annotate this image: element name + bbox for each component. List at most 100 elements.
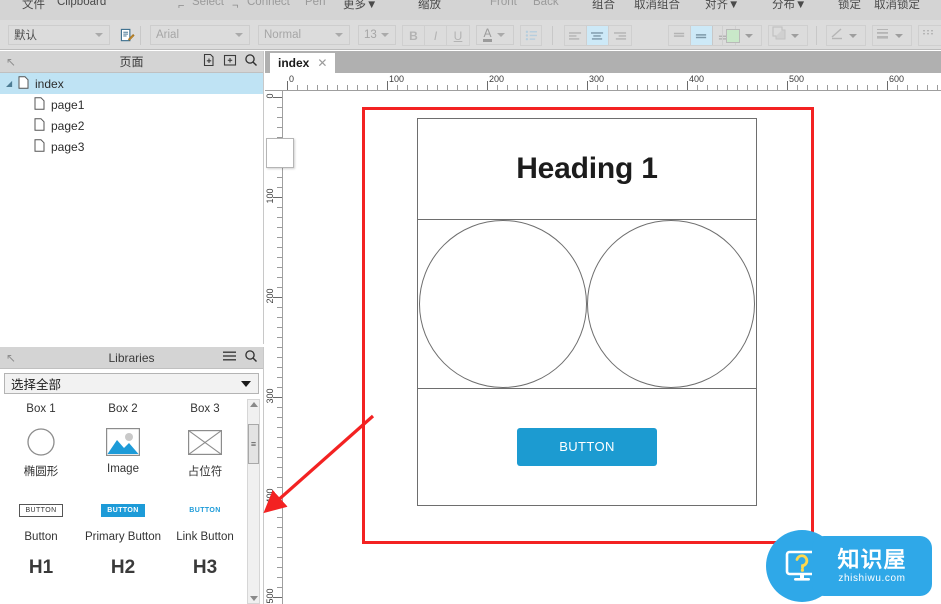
ruler-minor-tick bbox=[277, 467, 282, 468]
library-item-h3[interactable]: H3 bbox=[164, 557, 246, 579]
font-size-select[interactable]: 13 bbox=[358, 25, 396, 45]
font-weight-select[interactable]: Normal bbox=[258, 25, 350, 45]
library-item-h2[interactable]: H2 bbox=[82, 557, 164, 579]
wireframe-primary-button[interactable]: BUTTON bbox=[517, 427, 657, 466]
ribbon-item-zoom[interactable]: 缩放 bbox=[418, 0, 441, 12]
ruler-minor-tick bbox=[577, 85, 578, 90]
library-item-image[interactable]: Image bbox=[82, 421, 164, 479]
ribbon-item-clipboard[interactable]: Clipboard bbox=[57, 0, 106, 8]
wireframe-circle-right[interactable] bbox=[587, 220, 755, 388]
ruler-label: 400 bbox=[265, 488, 275, 504]
add-folder-icon[interactable] bbox=[223, 53, 237, 67]
button-icon: BUTTON bbox=[0, 489, 82, 531]
ruler-minor-tick bbox=[637, 85, 638, 90]
close-icon[interactable]: ✕ bbox=[317, 56, 327, 70]
tab-index[interactable]: index ✕ bbox=[270, 53, 336, 73]
ruler-minor-tick bbox=[747, 85, 748, 90]
tree-item-page1[interactable]: page1 bbox=[0, 94, 263, 115]
ribbon-item-select[interactable]: Select bbox=[192, 0, 224, 8]
scroll-down-arrow-icon[interactable] bbox=[250, 596, 258, 601]
library-item-placeholder[interactable]: 占位符 bbox=[164, 421, 246, 479]
ruler-minor-tick bbox=[277, 407, 282, 408]
library-item-box-2[interactable]: Box 2 bbox=[82, 403, 164, 415]
ribbon-item-distribute[interactable]: 分布▼ bbox=[772, 0, 806, 12]
ruler-minor-tick bbox=[277, 187, 282, 188]
italic-button[interactable]: I bbox=[425, 26, 447, 45]
add-page-icon[interactable] bbox=[202, 53, 216, 67]
library-item-button[interactable]: BUTTON Button bbox=[0, 489, 82, 543]
collapse-arrow-icon[interactable]: ↖ bbox=[6, 55, 16, 69]
ribbon-item-ungroup[interactable]: 取消组合 bbox=[634, 0, 680, 12]
ribbon-item-align[interactable]: 对齐▼ bbox=[705, 0, 739, 12]
align-left-icon[interactable] bbox=[565, 26, 587, 45]
fill-color-button[interactable] bbox=[722, 25, 762, 46]
tree-item-page2[interactable]: page2 bbox=[0, 115, 263, 136]
library-items-grid: Box 1 Box 2 Box 3 椭圆形 Image 占位符 BUTTON B… bbox=[0, 399, 248, 604]
ruler-minor-tick bbox=[927, 85, 928, 90]
library-selector[interactable]: 选择全部 bbox=[4, 373, 259, 394]
format-painter-icon[interactable] bbox=[116, 25, 138, 46]
ruler-minor-tick bbox=[277, 417, 282, 418]
ruler-minor-tick bbox=[277, 447, 282, 448]
ruler-minor-tick bbox=[277, 257, 282, 258]
ribbon-item-file[interactable]: 文件 bbox=[22, 0, 45, 12]
ribbon-item-front[interactable]: Front bbox=[490, 0, 517, 8]
tree-item-label: page2 bbox=[51, 118, 85, 133]
ruler-minor-tick bbox=[617, 85, 618, 90]
library-scrollbar[interactable]: ≡ bbox=[247, 399, 260, 604]
bullet-list-icon[interactable] bbox=[520, 25, 542, 46]
shadow-button[interactable] bbox=[768, 25, 808, 46]
ruler-minor-tick bbox=[277, 477, 282, 478]
ribbon-item-lock[interactable]: 锁定 bbox=[838, 0, 861, 12]
wireframe-heading-section[interactable]: Heading 1 bbox=[418, 119, 756, 220]
ruler-minor-tick bbox=[277, 317, 282, 318]
ribbon-item-connect[interactable]: Connect bbox=[247, 0, 290, 8]
library-item-box-3[interactable]: Box 3 bbox=[164, 403, 246, 415]
wireframe-circles-section[interactable] bbox=[418, 220, 756, 389]
button-chip-label: BUTTON bbox=[101, 503, 145, 517]
ruler-minor-tick bbox=[797, 85, 798, 90]
scroll-up-arrow-icon[interactable] bbox=[250, 402, 258, 407]
library-item-box-1[interactable]: Box 1 bbox=[0, 403, 82, 415]
hamburger-menu-icon[interactable] bbox=[222, 350, 237, 362]
wireframe-page[interactable]: Heading 1 BUTTON bbox=[417, 118, 757, 506]
search-icon[interactable] bbox=[244, 349, 258, 363]
ruler-minor-tick bbox=[377, 85, 378, 90]
ribbon-item-unlock[interactable]: 取消锁定 bbox=[874, 0, 920, 12]
canvas-vertical-handle[interactable] bbox=[266, 138, 294, 168]
library-item-ellipse[interactable]: 椭圆形 bbox=[0, 421, 82, 479]
font-family-select[interactable]: Arial bbox=[150, 25, 250, 45]
line-weight-button[interactable] bbox=[872, 25, 912, 46]
ruler-label: 200 bbox=[489, 74, 505, 84]
horizontal-ruler[interactable]: 0 100 200 300 400 500 600 bbox=[265, 73, 941, 91]
wireframe-cta-section[interactable]: BUTTON bbox=[418, 389, 756, 504]
expand-arrow-icon[interactable]: ◢ bbox=[6, 79, 18, 88]
ruler-minor-tick bbox=[277, 337, 282, 338]
ruler-minor-tick bbox=[277, 507, 282, 508]
align-right-icon[interactable] bbox=[609, 26, 631, 45]
tree-item-page3[interactable]: page3 bbox=[0, 136, 263, 157]
library-item-h1[interactable]: H1 bbox=[0, 557, 82, 579]
tree-item-index[interactable]: ◢ index bbox=[0, 73, 263, 94]
style-select[interactable]: 默认 bbox=[8, 25, 110, 45]
bold-button[interactable]: B bbox=[403, 26, 425, 45]
align-center-icon[interactable] bbox=[587, 26, 609, 45]
valign-top-icon[interactable] bbox=[669, 26, 691, 45]
search-icon[interactable] bbox=[244, 53, 258, 67]
ruler-minor-tick bbox=[657, 85, 658, 90]
font-color-button[interactable]: A bbox=[476, 25, 514, 45]
ribbon-item-back[interactable]: Back bbox=[533, 0, 559, 8]
underline-button[interactable]: U bbox=[447, 26, 469, 45]
line-style-button[interactable] bbox=[826, 25, 866, 46]
library-item-link-button[interactable]: BUTTON Link Button bbox=[164, 489, 246, 544]
scrollbar-thumb[interactable]: ≡ bbox=[248, 424, 259, 464]
collapse-arrow-icon[interactable]: ↖ bbox=[6, 351, 16, 365]
wireframe-circle-left[interactable] bbox=[419, 220, 587, 388]
library-item-primary-button[interactable]: BUTTON Primary Button bbox=[82, 489, 164, 543]
ribbon-item-more[interactable]: 更多▼ bbox=[343, 0, 377, 12]
line-dash-button[interactable] bbox=[918, 25, 941, 46]
valign-middle-icon[interactable] bbox=[691, 26, 713, 45]
ribbon-item-group[interactable]: 组合 bbox=[592, 0, 615, 12]
ellipse-icon bbox=[0, 421, 82, 463]
ribbon-item-pen[interactable]: Pen bbox=[305, 0, 325, 8]
